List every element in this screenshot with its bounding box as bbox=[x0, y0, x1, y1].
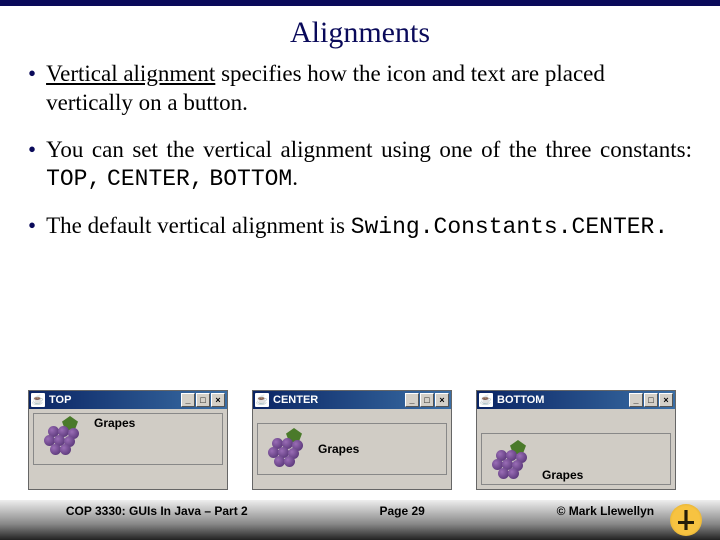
bullet-2: • You can set the vertical alignment usi… bbox=[28, 136, 692, 195]
bullet-dot: • bbox=[28, 212, 36, 242]
text: The default vertical alignment is bbox=[46, 213, 351, 238]
bullet-text: Vertical alignment specifies how the ico… bbox=[46, 60, 692, 118]
titlebar[interactable]: ☕ BOTTOM _ □ × bbox=[477, 391, 675, 409]
grapes-button[interactable]: Grapes bbox=[33, 413, 223, 465]
text: You can set the vertical alignment using… bbox=[46, 137, 692, 162]
window-body: Grapes bbox=[253, 409, 451, 489]
titlebar[interactable]: ☕ TOP _ □ × bbox=[29, 391, 227, 409]
bullet-dot: • bbox=[28, 136, 36, 195]
ucf-logo bbox=[670, 504, 702, 536]
bullet-text: You can set the vertical alignment using… bbox=[46, 136, 692, 195]
bullet-3: • The default vertical alignment is Swin… bbox=[28, 212, 692, 242]
copyright: © Mark Llewellyn bbox=[557, 504, 655, 518]
const-bottom: BOTTOM bbox=[209, 166, 292, 192]
course-code: COP 3330: GUIs In Java – Part 2 bbox=[66, 504, 248, 518]
grapes-icon bbox=[488, 440, 530, 482]
window-bottom: ☕ BOTTOM _ □ × Grapes bbox=[476, 390, 676, 490]
text: . bbox=[292, 165, 298, 190]
minimize-button[interactable]: _ bbox=[405, 393, 419, 407]
const-center: CENTER, bbox=[107, 166, 204, 192]
footer-text: COP 3330: GUIs In Java – Part 2 Page 29 … bbox=[0, 504, 720, 540]
minimize-button[interactable]: _ bbox=[181, 393, 195, 407]
button-label: Grapes bbox=[318, 442, 359, 456]
maximize-button[interactable]: □ bbox=[644, 393, 658, 407]
button-label: Grapes bbox=[94, 416, 135, 430]
grapes-button[interactable]: Grapes bbox=[481, 433, 671, 485]
java-icon: ☕ bbox=[31, 393, 45, 407]
java-icon: ☕ bbox=[255, 393, 269, 407]
window-title: TOP bbox=[49, 394, 181, 406]
slide-content: • Vertical alignment specifies how the i… bbox=[0, 60, 720, 384]
bullet-text: The default vertical alignment is Swing.… bbox=[46, 212, 692, 242]
titlebar[interactable]: ☕ CENTER _ □ × bbox=[253, 391, 451, 409]
term-vertical-alignment: Vertical alignment bbox=[46, 61, 215, 86]
window-title: BOTTOM bbox=[497, 394, 629, 406]
window-body: Grapes bbox=[477, 409, 675, 489]
window-controls: _ □ × bbox=[181, 393, 225, 407]
slide: Alignments • Vertical alignment specifie… bbox=[0, 0, 720, 540]
grapes-button[interactable]: Grapes bbox=[257, 423, 447, 475]
window-title: CENTER bbox=[273, 394, 405, 406]
maximize-button[interactable]: □ bbox=[420, 393, 434, 407]
grapes-icon bbox=[40, 416, 82, 458]
minimize-button[interactable]: _ bbox=[629, 393, 643, 407]
close-button[interactable]: × bbox=[659, 393, 673, 407]
window-controls: _ □ × bbox=[629, 393, 673, 407]
bullet-1: • Vertical alignment specifies how the i… bbox=[28, 60, 692, 118]
maximize-button[interactable]: □ bbox=[196, 393, 210, 407]
page-number: Page 29 bbox=[379, 504, 424, 518]
window-top: ☕ TOP _ □ × Grapes bbox=[28, 390, 228, 490]
const-swing-center: Swing.Constants.CENTER. bbox=[351, 214, 668, 240]
footer: COP 3330: GUIs In Java – Part 2 Page 29 … bbox=[0, 490, 720, 540]
close-button[interactable]: × bbox=[435, 393, 449, 407]
java-icon: ☕ bbox=[479, 393, 493, 407]
slide-title: Alignments bbox=[0, 16, 720, 50]
close-button[interactable]: × bbox=[211, 393, 225, 407]
button-label: Grapes bbox=[542, 468, 583, 482]
window-controls: _ □ × bbox=[405, 393, 449, 407]
window-center: ☕ CENTER _ □ × Grapes bbox=[252, 390, 452, 490]
grapes-icon bbox=[264, 428, 306, 470]
example-windows-row: ☕ TOP _ □ × Grapes ☕ bbox=[0, 390, 720, 490]
bullet-dot: • bbox=[28, 60, 36, 118]
window-body: Grapes bbox=[29, 409, 227, 489]
const-top: TOP, bbox=[46, 166, 101, 192]
